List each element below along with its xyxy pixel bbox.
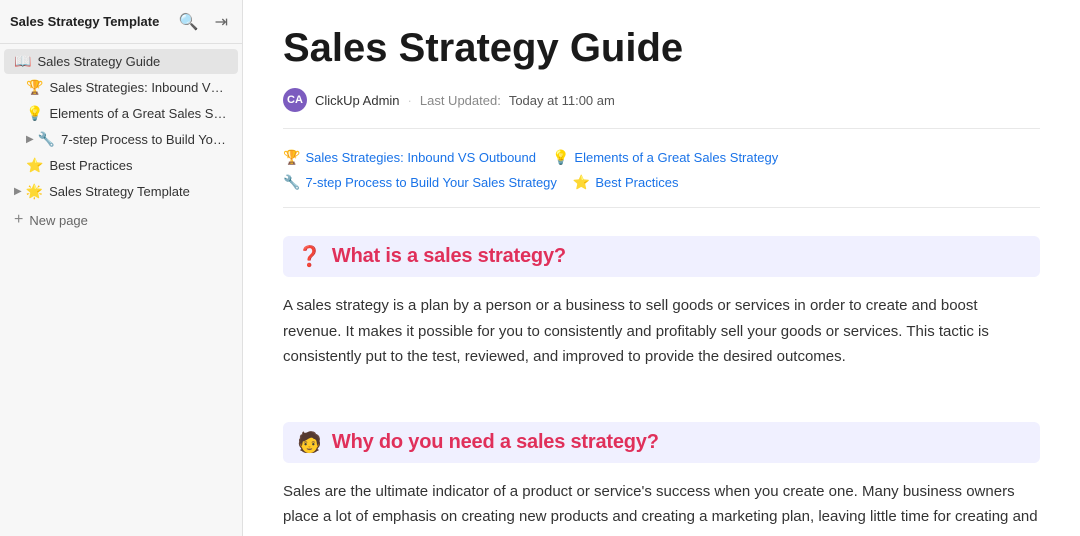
- plus-icon: +: [14, 211, 23, 229]
- sidebar-item-elements-great-sales[interactable]: 💡 Elements of a Great Sales Strate...: [4, 101, 238, 126]
- sidebar-item-label: Sales Strategy Guide: [37, 54, 160, 69]
- section-heading-what-is-sales-strategy: ❓ What is a sales strategy?: [283, 236, 1040, 277]
- sidebar-item-icon: 💡: [26, 105, 43, 122]
- nav-link-link-best[interactable]: ⭐ Best Practices: [573, 174, 679, 191]
- nav-link-icon: ⭐: [573, 174, 590, 191]
- sidebar-item-label: Sales Strategies: Inbound VS Ou...: [49, 80, 230, 95]
- nav-link-icon: 🏆: [283, 149, 300, 166]
- meta-separator: ·: [408, 93, 412, 108]
- sidebar-item-label: Sales Strategy Template: [49, 184, 190, 199]
- sidebar-header-icons: 🔍 ⇥: [175, 10, 232, 34]
- nav-link-link-7step[interactable]: 🔧 7-step Process to Build Your Sales Stra…: [283, 174, 557, 191]
- search-button[interactable]: 🔍: [175, 10, 203, 34]
- doc-title: Sales Strategy Guide: [283, 24, 1040, 72]
- new-page-button[interactable]: + New page: [4, 206, 238, 234]
- section-icon: 🧑: [297, 430, 322, 455]
- doc-nav-links: 🏆 Sales Strategies: Inbound VS Outbound 💡 E…: [283, 149, 1040, 208]
- sidebar-item-7step-process[interactable]: ▶ 🔧 7-step Process to Build Your Sal...: [4, 127, 238, 152]
- sidebar-item-sales-strategies-inbound[interactable]: 🏆 Sales Strategies: Inbound VS Ou...: [4, 75, 238, 100]
- expand-button[interactable]: ⇥: [211, 10, 232, 34]
- chevron-icon: ▶: [26, 134, 34, 145]
- sidebar-item-sales-strategy-guide[interactable]: 📖 Sales Strategy Guide: [4, 49, 238, 74]
- nav-link-link-elements[interactable]: 💡 Elements of a Great Sales Strategy: [552, 149, 778, 166]
- nav-link-icon: 🔧: [283, 174, 300, 191]
- sidebar: Sales Strategy Template 🔍 ⇥ 📖 Sales Strat…: [0, 0, 243, 536]
- nav-link-label: 7-step Process to Build Your Sales Strat…: [305, 175, 556, 190]
- sidebar-item-icon: 📖: [14, 53, 31, 70]
- sidebar-title: Sales Strategy Template: [10, 14, 159, 29]
- section-spacer: [283, 402, 1040, 422]
- section-body-what-is-sales-strategy: A sales strategy is a plan by a person o…: [283, 293, 1040, 370]
- new-page-label: New page: [29, 213, 88, 228]
- nav-link-label: Best Practices: [595, 175, 678, 190]
- main-content: Sales Strategy Guide CA ClickUp Admin · …: [243, 0, 1080, 536]
- sidebar-item-icon: 🌟: [26, 183, 43, 200]
- last-updated-label: Last Updated:: [420, 93, 501, 108]
- sidebar-item-label: 7-step Process to Build Your Sal...: [61, 132, 230, 147]
- sidebar-item-icon: ⭐: [26, 157, 43, 174]
- sidebar-item-label: Elements of a Great Sales Strate...: [49, 106, 230, 121]
- author-name: ClickUp Admin: [315, 93, 400, 108]
- sidebar-nav: 📖 Sales Strategy Guide 🏆 Sales Strategies: …: [0, 44, 242, 536]
- section-title: Why do you need a sales strategy?: [332, 431, 659, 454]
- doc-meta: CA ClickUp Admin · Last Updated: Today a…: [283, 88, 1040, 129]
- sidebar-item-icon: 🏆: [26, 79, 43, 96]
- section-heading-why-need-sales-strategy: 🧑 Why do you need a sales strategy?: [283, 422, 1040, 463]
- nav-link-label: Elements of a Great Sales Strategy: [574, 150, 778, 165]
- sections-container: ❓ What is a sales strategy? A sales stra…: [283, 236, 1040, 536]
- sidebar-item-icon: 🔧: [38, 131, 55, 148]
- nav-link-icon: 💡: [552, 149, 569, 166]
- nav-link-label: Sales Strategies: Inbound VS Outbound: [305, 150, 536, 165]
- timestamp: Today at 11:00 am: [509, 93, 615, 108]
- nav-link-link-inbound[interactable]: 🏆 Sales Strategies: Inbound VS Outbound: [283, 149, 536, 166]
- sidebar-item-label: Best Practices: [49, 158, 132, 173]
- section-title: What is a sales strategy?: [332, 245, 566, 268]
- sidebar-item-sales-strategy-template[interactable]: ▶ 🌟 Sales Strategy Template: [4, 179, 238, 204]
- sidebar-header: Sales Strategy Template 🔍 ⇥: [0, 0, 242, 44]
- sidebar-item-best-practices[interactable]: ⭐ Best Practices: [4, 153, 238, 178]
- section-icon: ❓: [297, 244, 322, 269]
- chevron-icon: ▶: [14, 186, 22, 197]
- avatar: CA: [283, 88, 307, 112]
- section-body-why-need-sales-strategy: Sales are the ultimate indicator of a pr…: [283, 479, 1040, 536]
